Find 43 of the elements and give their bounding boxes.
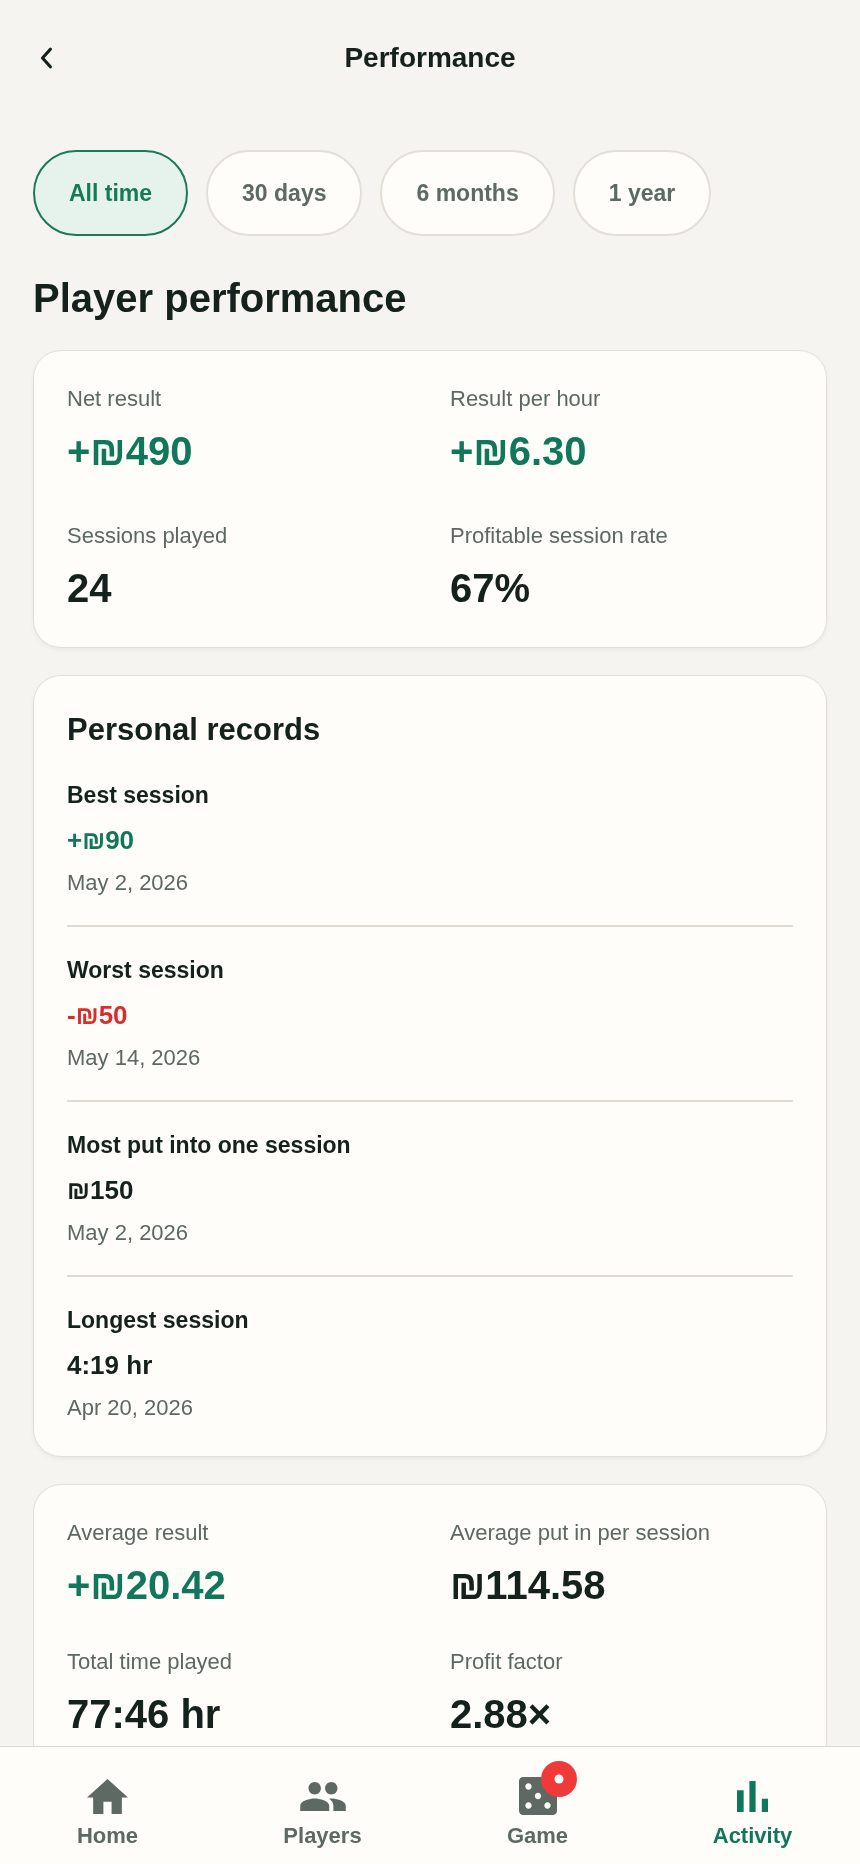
nav-tab[interactable]: Players bbox=[215, 1747, 430, 1864]
filter-tab[interactable]: 6 months bbox=[380, 150, 555, 236]
record-date: May 2, 2026 bbox=[67, 869, 190, 897]
record-label: Worst session bbox=[67, 956, 225, 985]
stat-label: Total time played bbox=[67, 1648, 234, 1676]
record-label: Most put into one session bbox=[67, 1131, 352, 1160]
stat-label: Sessions played bbox=[67, 522, 229, 550]
record-date: Apr 20, 2026 bbox=[67, 1394, 194, 1422]
record-value: +₪90 bbox=[67, 824, 136, 857]
nav-tab[interactable]: Home bbox=[0, 1747, 215, 1864]
bar-chart-icon bbox=[737, 1780, 768, 1812]
stat-value: +₪490 bbox=[67, 428, 194, 475]
record-value: ₪150 bbox=[67, 1174, 135, 1207]
filter-tab[interactable]: 30 days bbox=[206, 150, 363, 236]
nav-tab[interactable]: Game bbox=[430, 1747, 645, 1864]
stat-label: Result per hour bbox=[450, 385, 602, 413]
people-icon bbox=[299, 1781, 346, 1811]
stat-label: Profitable session rate bbox=[450, 522, 669, 550]
records-title: Personal records bbox=[67, 711, 322, 749]
stat-value: 24 bbox=[67, 565, 113, 612]
nav-tab[interactable]: Activity bbox=[645, 1747, 860, 1864]
stat-value: 77:46 hr bbox=[67, 1691, 222, 1738]
record-label: Longest session bbox=[67, 1306, 250, 1335]
stat-label: Net result bbox=[67, 385, 163, 413]
home-icon bbox=[87, 1778, 128, 1814]
record-date: May 2, 2026 bbox=[67, 1219, 190, 1247]
record-value: -₪50 bbox=[67, 999, 129, 1032]
filter-tab[interactable]: 1 year bbox=[572, 150, 712, 236]
stat-label: Profit factor bbox=[450, 1648, 564, 1676]
section-title: Player performance bbox=[33, 275, 408, 322]
stat-value: 2.88× bbox=[450, 1691, 553, 1738]
record-value: 4:19 hr bbox=[67, 1349, 154, 1382]
filter-tab[interactable]: All time bbox=[33, 150, 189, 236]
stat-value: ₪114.58 bbox=[450, 1562, 607, 1609]
stat-value: +₪6.30 bbox=[450, 428, 588, 475]
record-date: May 14, 2026 bbox=[67, 1044, 202, 1072]
stat-value: 67% bbox=[450, 565, 532, 612]
record-label: Best session bbox=[67, 781, 210, 810]
stat-value: +₪20.42 bbox=[67, 1562, 227, 1609]
page-title: Performance bbox=[344, 41, 516, 75]
stat-label: Average put in per session bbox=[450, 1519, 712, 1547]
stat-label: Average result bbox=[67, 1519, 210, 1547]
chevron-left-icon bbox=[39, 46, 53, 70]
